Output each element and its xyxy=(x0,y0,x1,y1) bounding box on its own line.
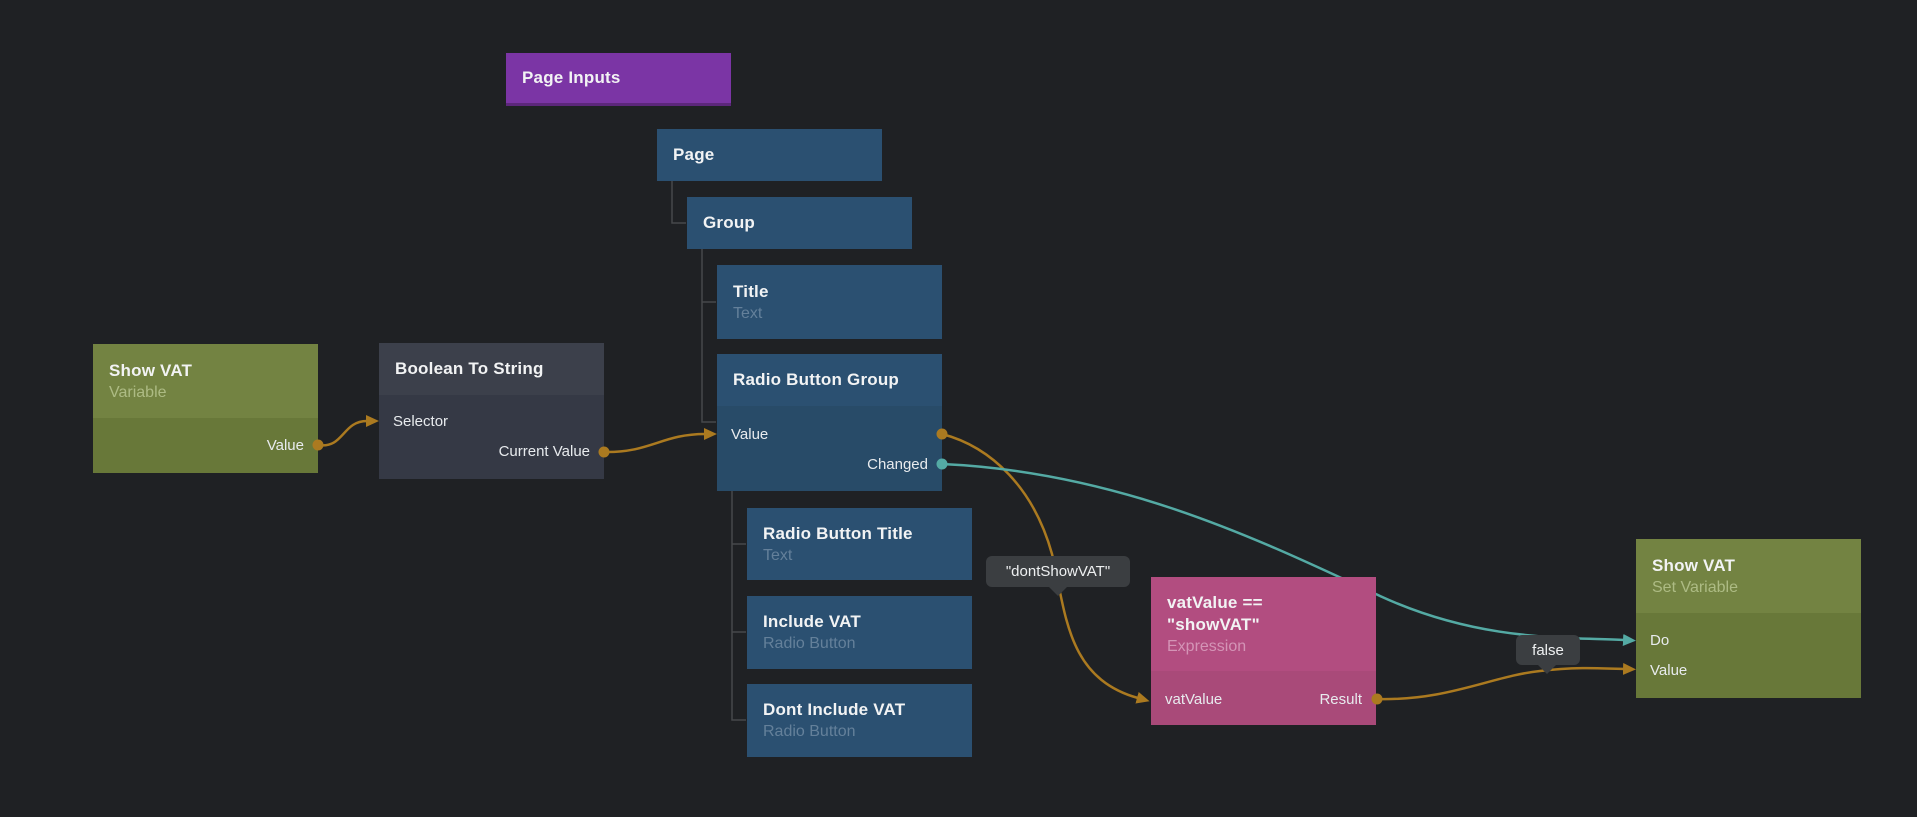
node-title: Include VAT xyxy=(763,611,956,633)
node-title-text[interactable]: Title Text xyxy=(717,265,942,339)
node-body: Value Changed xyxy=(717,406,942,491)
node-type-label: Text xyxy=(763,545,956,566)
node-title: Show VAT xyxy=(109,360,302,382)
node-type-label: Radio Button xyxy=(763,721,956,742)
node-title: Boolean To String xyxy=(395,358,588,380)
node-header: Radio Button Title Text xyxy=(747,508,972,580)
wire-result-to-value[interactable] xyxy=(1377,668,1624,699)
node-radio-button-title[interactable]: Radio Button Title Text xyxy=(747,508,972,580)
node-title-line2: "showVAT" xyxy=(1167,614,1360,636)
node-page-inputs[interactable]: Page Inputs xyxy=(506,53,731,106)
port-label-current-value: Current Value xyxy=(499,443,590,460)
node-header: Show VAT Variable xyxy=(93,344,318,418)
node-type-label: Text xyxy=(733,303,926,324)
port-row-do: Do xyxy=(1636,625,1861,655)
node-body: Value xyxy=(93,418,318,473)
node-show-vat-variable[interactable]: Show VAT Variable Value xyxy=(93,344,318,473)
port-row-changed: Changed xyxy=(717,449,942,479)
connection-value-tooltip-dontshowvat: "dontShowVAT" xyxy=(986,556,1130,587)
wire-currentvalue-to-value[interactable] xyxy=(604,434,705,452)
node-expression[interactable]: vatValue == "showVAT" Expression vatValu… xyxy=(1151,577,1376,725)
node-type-label: Variable xyxy=(109,382,302,403)
tooltip-text: false xyxy=(1532,642,1564,659)
node-graph-canvas[interactable]: Page Inputs Page Group Title Text Radio … xyxy=(0,0,1917,817)
node-dont-include-vat[interactable]: Dont Include VAT Radio Button xyxy=(747,684,972,757)
node-body: Do Value xyxy=(1636,613,1861,698)
node-header: Boolean To String xyxy=(379,343,604,395)
port-label-result: Result xyxy=(1319,691,1362,708)
node-title: Group xyxy=(703,212,896,234)
node-header: Include VAT Radio Button xyxy=(747,596,972,669)
node-include-vat[interactable]: Include VAT Radio Button xyxy=(747,596,972,669)
node-header: Radio Button Group xyxy=(717,354,942,406)
node-header: Page Inputs xyxy=(506,53,731,106)
node-show-vat-set-variable[interactable]: Show VAT Set Variable Do Value xyxy=(1636,539,1861,698)
tooltip-text: "dontShowVAT" xyxy=(1006,563,1110,580)
node-type-label: Expression xyxy=(1167,636,1360,657)
node-title: Show VAT xyxy=(1652,555,1845,577)
node-title: Page xyxy=(673,144,866,166)
port-label-selector: Selector xyxy=(393,413,448,430)
node-type-label: Set Variable xyxy=(1652,577,1845,598)
node-title: Radio Button Title xyxy=(763,523,956,545)
node-page[interactable]: Page xyxy=(657,129,882,181)
node-title: Title xyxy=(733,281,926,303)
node-title-line1: vatValue == xyxy=(1167,592,1360,614)
node-header: Title Text xyxy=(717,265,942,339)
port-label-changed: Changed xyxy=(867,456,928,473)
tree-connector-rbg-children xyxy=(732,491,746,720)
port-label-value: Value xyxy=(1650,662,1687,679)
port-label-value: Value xyxy=(267,437,304,454)
node-title: Page Inputs xyxy=(522,67,715,89)
tree-connector-group-children xyxy=(702,248,716,422)
port-row-value: Value xyxy=(1636,655,1861,685)
port-row-value: Value xyxy=(717,419,942,449)
port-row-current-value: Current Value xyxy=(379,436,604,466)
node-header: Group xyxy=(687,197,912,249)
node-header: vatValue == "showVAT" Expression xyxy=(1151,577,1376,671)
node-boolean-to-string[interactable]: Boolean To String Selector Current Value xyxy=(379,343,604,479)
port-row-vatvalue-result: vatValue Result xyxy=(1151,684,1376,714)
port-label-value: Value xyxy=(731,426,768,443)
tree-connector-page-group xyxy=(672,181,686,223)
connection-value-tooltip-false: false xyxy=(1516,635,1580,665)
port-row-value: Value xyxy=(93,430,318,460)
wire-value-to-selector[interactable] xyxy=(318,421,367,445)
node-body: vatValue Result xyxy=(1151,671,1376,725)
port-label-vatvalue: vatValue xyxy=(1165,691,1222,708)
node-header: Show VAT Set Variable xyxy=(1636,539,1861,613)
node-title: Radio Button Group xyxy=(733,369,926,391)
port-label-do: Do xyxy=(1650,632,1669,649)
node-group[interactable]: Group xyxy=(687,197,912,249)
node-header: Dont Include VAT Radio Button xyxy=(747,684,972,757)
node-type-label: Radio Button xyxy=(763,633,956,654)
port-row-selector: Selector xyxy=(379,406,604,436)
node-radio-button-group[interactable]: Radio Button Group Value Changed xyxy=(717,354,942,491)
node-title: Dont Include VAT xyxy=(763,699,956,721)
node-header: Page xyxy=(657,129,882,181)
node-body: Selector Current Value xyxy=(379,395,604,479)
